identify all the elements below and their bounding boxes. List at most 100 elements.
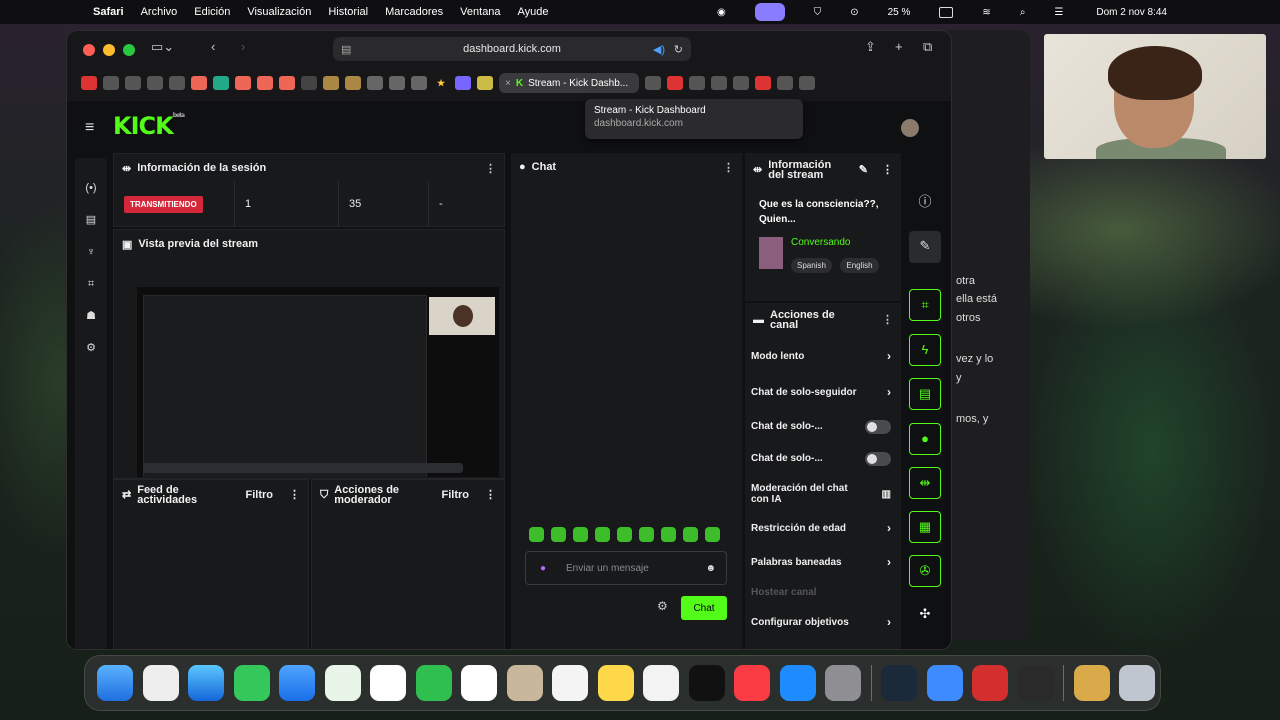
tab-icon[interactable]: [125, 76, 141, 90]
menu-app[interactable]: Safari: [93, 6, 124, 18]
messages-icon[interactable]: [233, 665, 270, 701]
more-icon[interactable]: ⋮: [882, 315, 893, 326]
emote-icon[interactable]: [683, 527, 698, 542]
tab-icon[interactable]: [755, 76, 771, 90]
tab-icon[interactable]: [367, 76, 383, 90]
banned-words-row[interactable]: Palabras baneadas ›: [751, 556, 891, 568]
puzzle-icon[interactable]: ✣: [909, 599, 941, 631]
shield-icon[interactable]: ⛉: [814, 7, 822, 18]
contacts-icon[interactable]: [506, 665, 543, 701]
app-icon[interactable]: [926, 665, 963, 701]
share-icon[interactable]: ⇪: [865, 39, 876, 55]
finder-icon[interactable]: [97, 665, 133, 701]
tab-icon[interactable]: [345, 76, 361, 90]
send-chat-button[interactable]: Chat: [681, 596, 727, 620]
settings-icon[interactable]: [825, 665, 861, 701]
app-icon[interactable]: [881, 665, 917, 701]
clock[interactable]: Dom 2 nov 8:44: [1096, 7, 1167, 18]
more-icon[interactable]: ⋮: [882, 165, 893, 176]
tv-icon[interactable]: [688, 665, 725, 701]
minimize-button[interactable]: [103, 44, 115, 56]
menu-icon[interactable]: ≡: [85, 119, 94, 137]
mod-filter-button[interactable]: Filtro: [442, 490, 470, 501]
tab-icon[interactable]: [799, 76, 815, 90]
info-icon[interactable]: ⓘ: [909, 187, 941, 219]
battery-icon[interactable]: [939, 6, 954, 18]
obs-icon[interactable]: [1017, 665, 1054, 701]
toggle-switch[interactable]: [865, 419, 891, 434]
community-icon[interactable]: ⌗: [75, 268, 107, 300]
screen-record-icon[interactable]: [754, 3, 785, 21]
emote-icon[interactable]: [551, 527, 566, 542]
emote-icon[interactable]: [639, 527, 654, 542]
tag[interactable]: Spanish: [791, 258, 832, 273]
tab-icon[interactable]: [411, 76, 427, 90]
chat-settings-icon[interactable]: ⚙: [657, 599, 668, 613]
layout-icon[interactable]: ▦: [909, 511, 941, 543]
zoom-button[interactable]: [123, 44, 135, 56]
community-icon[interactable]: ⌗: [909, 289, 941, 321]
launchpad-icon[interactable]: [142, 665, 179, 701]
kick-logo[interactable]: KICKbeta: [113, 112, 185, 140]
feed-filter-button[interactable]: Filtro: [246, 490, 274, 501]
active-tab[interactable]: × K Stream - Kick Dashb...: [499, 73, 639, 93]
broadcast-icon[interactable]: ⇹: [909, 467, 941, 499]
tab-icon[interactable]: [733, 76, 749, 90]
menu-edicion[interactable]: Edición: [194, 6, 230, 18]
age-restriction-row[interactable]: Restricción de edad ›: [751, 522, 891, 534]
edit-icon[interactable]: ✎: [909, 231, 941, 263]
mail-icon[interactable]: [279, 665, 315, 701]
library-icon[interactable]: ▤: [75, 204, 107, 236]
chat-icon[interactable]: ●: [909, 423, 941, 455]
folder-icon[interactable]: [1073, 665, 1110, 701]
search-icon[interactable]: ⌕: [1020, 7, 1026, 18]
wrench-icon[interactable]: ✇: [909, 555, 941, 587]
forward-icon[interactable]: ›: [241, 39, 245, 54]
wikipedia-icon[interactable]: [301, 76, 317, 90]
sidebar-icon[interactable]: ▭⌄: [151, 39, 174, 55]
emoji-icon[interactable]: ☻: [705, 563, 716, 574]
mic-icon[interactable]: ●: [540, 563, 546, 574]
new-tab-icon[interactable]: +: [895, 39, 903, 54]
tab-icon[interactable]: [777, 76, 793, 90]
tab-icon[interactable]: [477, 76, 493, 90]
notes-icon[interactable]: [597, 665, 634, 701]
close-tab-icon[interactable]: ×: [505, 78, 511, 89]
music-icon[interactable]: [734, 665, 770, 701]
app-store-icon[interactable]: [779, 665, 816, 701]
trash-icon[interactable]: [1119, 665, 1155, 701]
page-settings-icon[interactable]: ▤: [341, 43, 351, 56]
facetime-icon[interactable]: [415, 665, 452, 701]
tab-icon[interactable]: [645, 76, 661, 90]
more-icon[interactable]: ⋮: [723, 161, 734, 174]
tab-icon[interactable]: [323, 76, 339, 90]
avatar[interactable]: [901, 119, 919, 137]
control-center-icon[interactable]: ☰: [1054, 7, 1063, 18]
audio-icon[interactable]: ◀︎): [653, 43, 665, 56]
tab-icon[interactable]: [81, 76, 97, 90]
slow-mode-row[interactable]: Modo lento ›: [751, 350, 891, 362]
wifi-icon[interactable]: ≋: [982, 7, 990, 18]
back-icon[interactable]: ‹: [211, 39, 215, 54]
safari-icon[interactable]: [188, 665, 224, 701]
reminders-icon[interactable]: [552, 665, 588, 701]
emote-icon[interactable]: [529, 527, 544, 542]
reload-icon[interactable]: ↻: [674, 43, 683, 56]
host-channel-row[interactable]: Hostear canal: [751, 587, 891, 598]
more-icon[interactable]: ⋮: [485, 490, 496, 501]
goals-row[interactable]: Configurar objetivos ›: [751, 616, 891, 628]
tracker-icon[interactable]: ◉: [717, 7, 726, 18]
settings-icon[interactable]: ⚙: [75, 332, 107, 364]
trophy-icon[interactable]: ♆: [75, 236, 107, 268]
emote-icon[interactable]: [705, 527, 720, 542]
chat-input[interactable]: ● Enviar un mensaje ☻: [525, 551, 727, 585]
tab-icon[interactable]: [191, 76, 207, 90]
menu-ventana[interactable]: Ventana: [460, 6, 500, 18]
tab-icon[interactable]: [235, 76, 251, 90]
tab-overview-icon[interactable]: ⧉: [923, 39, 932, 55]
emote-icon[interactable]: [661, 527, 676, 542]
freeform-icon[interactable]: [643, 665, 679, 701]
category-name[interactable]: Conversando: [791, 237, 850, 248]
tab-icon[interactable]: [389, 76, 405, 90]
emote-icon[interactable]: [617, 527, 632, 542]
